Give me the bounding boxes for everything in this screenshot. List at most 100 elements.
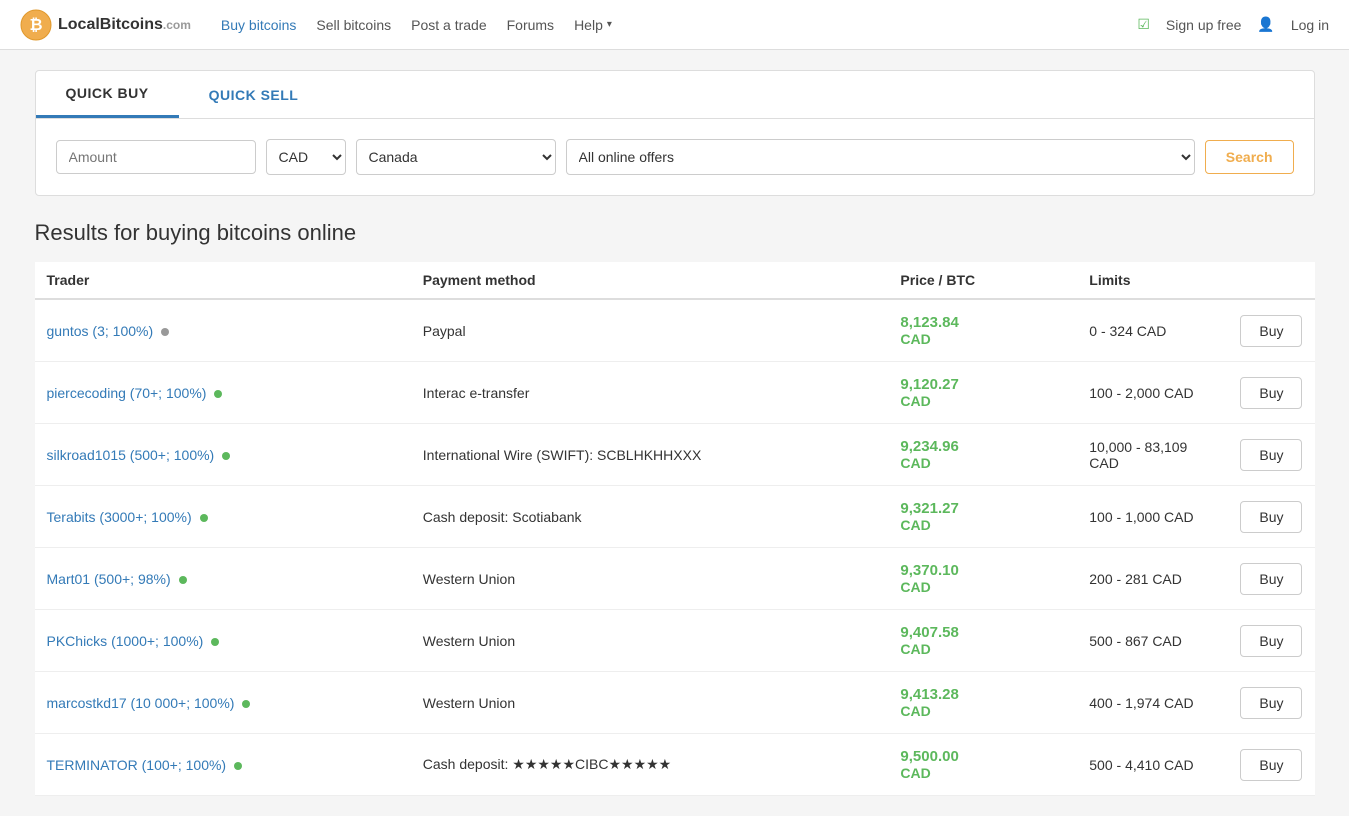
- cell-price-6: 9,413.28 CAD: [888, 672, 1077, 734]
- country-select[interactable]: Canada United States United Kingdom Aust…: [356, 139, 556, 175]
- cell-price-4: 9,370.10 CAD: [888, 548, 1077, 610]
- bitcoin-icon: ₿: [20, 9, 52, 41]
- price-value-0: 8,123.84: [900, 314, 1065, 331]
- cell-action-4: Buy: [1228, 548, 1314, 610]
- online-status-icon-3: [200, 514, 208, 522]
- nav-post-trade[interactable]: Post a trade: [411, 17, 487, 33]
- cell-payment-4: Western Union: [411, 548, 889, 610]
- table-row: Mart01 (500+; 98%) Western Union 9,370.1…: [35, 548, 1315, 610]
- offer-type-select[interactable]: All online offers Paypal Interac e-trans…: [566, 139, 1195, 175]
- price-currency-0: CAD: [900, 331, 1065, 347]
- price-currency-2: CAD: [900, 455, 1065, 471]
- amount-input[interactable]: [56, 140, 256, 174]
- cell-action-3: Buy: [1228, 486, 1314, 548]
- login-link[interactable]: Log in: [1291, 17, 1329, 33]
- online-status-icon-0: [161, 328, 169, 336]
- cell-limits-4: 200 - 281 CAD: [1077, 548, 1228, 610]
- cell-payment-5: Western Union: [411, 610, 889, 672]
- nav-sell-bitcoins[interactable]: Sell bitcoins: [316, 17, 391, 33]
- trader-link-2[interactable]: silkroad1015 (500+; 100%): [47, 447, 215, 463]
- buy-button-2[interactable]: Buy: [1240, 439, 1302, 471]
- cell-trader-4: Mart01 (500+; 98%): [35, 548, 411, 610]
- widget-body: CAD USD EUR GBP AUD Canada United States…: [36, 119, 1314, 195]
- price-value-4: 9,370.10: [900, 562, 1065, 579]
- col-header-limits: Limits: [1077, 262, 1228, 299]
- table-row: Terabits (3000+; 100%) Cash deposit: Sco…: [35, 486, 1315, 548]
- col-header-price: Price / BTC: [888, 262, 1077, 299]
- cell-trader-7: TERMINATOR (100+; 100%): [35, 734, 411, 796]
- trader-link-5[interactable]: PKChicks (1000+; 100%): [47, 633, 204, 649]
- tab-quick-sell[interactable]: QUICK SELL: [179, 71, 329, 118]
- cell-trader-6: marcostkd17 (10 000+; 100%): [35, 672, 411, 734]
- table-row: silkroad1015 (500+; 100%) International …: [35, 424, 1315, 486]
- brand-logo[interactable]: ₿ LocalBitcoins.com: [20, 9, 191, 41]
- quick-buy-widget: QUICK BUY QUICK SELL CAD USD EUR GBP AUD…: [35, 70, 1315, 196]
- tab-quick-buy[interactable]: QUICK BUY: [36, 71, 179, 118]
- online-status-icon-2: [222, 452, 230, 460]
- table-body: guntos (3; 100%) Paypal 8,123.84 CAD 0 -…: [35, 299, 1315, 796]
- nav-help[interactable]: Help ▾: [574, 17, 612, 33]
- trader-link-1[interactable]: piercecoding (70+; 100%): [47, 385, 207, 401]
- cell-action-1: Buy: [1228, 362, 1314, 424]
- price-currency-1: CAD: [900, 393, 1065, 409]
- cell-trader-5: PKChicks (1000+; 100%): [35, 610, 411, 672]
- buy-button-0[interactable]: Buy: [1240, 315, 1302, 347]
- buy-button-4[interactable]: Buy: [1240, 563, 1302, 595]
- trader-link-4[interactable]: Mart01 (500+; 98%): [47, 571, 171, 587]
- cell-payment-2: International Wire (SWIFT): SCBLHKHHXXX: [411, 424, 889, 486]
- price-currency-5: CAD: [900, 641, 1065, 657]
- buy-button-7[interactable]: Buy: [1240, 749, 1302, 781]
- cell-price-5: 9,407.58 CAD: [888, 610, 1077, 672]
- cell-trader-2: silkroad1015 (500+; 100%): [35, 424, 411, 486]
- cell-price-3: 9,321.27 CAD: [888, 486, 1077, 548]
- table-header: Trader Payment method Price / BTC Limits: [35, 262, 1315, 299]
- cell-action-6: Buy: [1228, 672, 1314, 734]
- nav-buy-bitcoins[interactable]: Buy bitcoins: [221, 17, 296, 33]
- results-title: Results for buying bitcoins online: [35, 220, 1315, 246]
- table-row: PKChicks (1000+; 100%) Western Union 9,4…: [35, 610, 1315, 672]
- online-status-icon-4: [179, 576, 187, 584]
- cell-limits-1: 100 - 2,000 CAD: [1077, 362, 1228, 424]
- online-status-icon-5: [211, 638, 219, 646]
- cell-trader-0: guntos (3; 100%): [35, 299, 411, 362]
- buy-button-3[interactable]: Buy: [1240, 501, 1302, 533]
- cell-limits-0: 0 - 324 CAD: [1077, 299, 1228, 362]
- cell-limits-6: 400 - 1,974 CAD: [1077, 672, 1228, 734]
- cell-trader-3: Terabits (3000+; 100%): [35, 486, 411, 548]
- price-value-7: 9,500.00: [900, 748, 1065, 765]
- cell-price-0: 8,123.84 CAD: [888, 299, 1077, 362]
- online-status-icon-6: [242, 700, 250, 708]
- cell-payment-7: Cash deposit: ★★★★★CIBC★★★★★: [411, 734, 889, 796]
- nav-forums[interactable]: Forums: [507, 17, 554, 33]
- cell-price-7: 9,500.00 CAD: [888, 734, 1077, 796]
- cell-action-5: Buy: [1228, 610, 1314, 672]
- search-button[interactable]: Search: [1205, 140, 1294, 174]
- col-header-payment: Payment method: [411, 262, 889, 299]
- price-currency-3: CAD: [900, 517, 1065, 533]
- table-row: marcostkd17 (10 000+; 100%) Western Unio…: [35, 672, 1315, 734]
- widget-tabs: QUICK BUY QUICK SELL: [36, 71, 1314, 119]
- main-content: QUICK BUY QUICK SELL CAD USD EUR GBP AUD…: [15, 50, 1335, 816]
- nav-right: ☑ Sign up free 👤 Log in: [1137, 16, 1329, 33]
- trader-link-0[interactable]: guntos (3; 100%): [47, 323, 154, 339]
- cell-payment-6: Western Union: [411, 672, 889, 734]
- currency-select[interactable]: CAD USD EUR GBP AUD: [266, 139, 346, 175]
- nav-links: Buy bitcoins Sell bitcoins Post a trade …: [221, 17, 1137, 33]
- cell-limits-5: 500 - 867 CAD: [1077, 610, 1228, 672]
- trader-link-6[interactable]: marcostkd17 (10 000+; 100%): [47, 695, 235, 711]
- signup-link[interactable]: Sign up free: [1166, 17, 1242, 33]
- trader-link-7[interactable]: TERMINATOR (100+; 100%): [47, 757, 227, 773]
- buy-button-5[interactable]: Buy: [1240, 625, 1302, 657]
- brand-name: LocalBitcoins.com: [58, 16, 191, 34]
- price-value-6: 9,413.28: [900, 686, 1065, 703]
- price-value-5: 9,407.58: [900, 624, 1065, 641]
- cell-payment-1: Interac e-transfer: [411, 362, 889, 424]
- buy-button-6[interactable]: Buy: [1240, 687, 1302, 719]
- cell-payment-0: Paypal: [411, 299, 889, 362]
- cell-price-1: 9,120.27 CAD: [888, 362, 1077, 424]
- trader-link-3[interactable]: Terabits (3000+; 100%): [47, 509, 192, 525]
- table-row: guntos (3; 100%) Paypal 8,123.84 CAD 0 -…: [35, 299, 1315, 362]
- cell-limits-3: 100 - 1,000 CAD: [1077, 486, 1228, 548]
- buy-button-1[interactable]: Buy: [1240, 377, 1302, 409]
- price-currency-6: CAD: [900, 703, 1065, 719]
